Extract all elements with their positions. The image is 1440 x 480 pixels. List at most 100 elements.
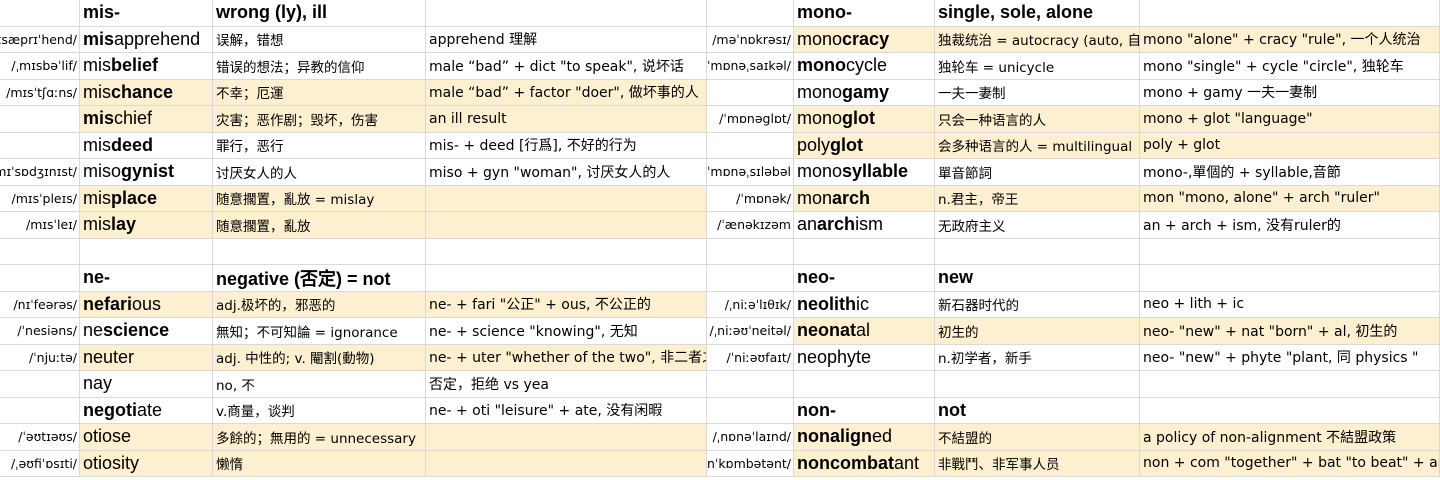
etymology-cell[interactable]: neo- "new" + nat "born" + al, 初生的	[1140, 318, 1440, 345]
etymology-cell[interactable]: mono "single" + cycle "circle", 独轮车	[1140, 53, 1440, 80]
ipa-cell[interactable]	[0, 265, 80, 292]
word-cell[interactable]: ne science	[80, 318, 213, 345]
etymology-cell[interactable]: poly + glot	[1140, 132, 1440, 159]
word-cell[interactable]: mono-	[794, 0, 935, 27]
definition-cell[interactable]: adj.极坏的，邪恶的	[213, 291, 426, 318]
definition-cell[interactable]: 無知；不可知論 = ignorance	[213, 318, 426, 345]
definition-cell[interactable]: 只会一种语言的人	[935, 106, 1140, 133]
ipa-cell[interactable]	[707, 132, 794, 159]
word-cell[interactable]: mis apprehend	[80, 26, 213, 53]
definition-cell[interactable]: 懒惰	[213, 450, 426, 477]
etymology-cell[interactable]: miso + gyn "woman", 讨厌女人的人	[426, 159, 707, 186]
word-cell[interactable]: miso gynist	[80, 159, 213, 186]
definition-cell[interactable]: 讨厌女人的人	[213, 159, 426, 186]
definition-cell[interactable]	[213, 238, 426, 265]
ipa-cell[interactable]: /ˌnɒnˈkɒmbətənt/	[707, 450, 794, 477]
ipa-cell[interactable]: /ˌəʊfiˈɒsɪti/	[0, 450, 80, 477]
word-cell[interactable]: mis lay	[80, 212, 213, 239]
word-cell[interactable]: mono cycle	[794, 53, 935, 80]
word-cell[interactable]: mono syllable	[794, 159, 935, 186]
word-cell[interactable]: poly glot	[794, 132, 935, 159]
word-cell[interactable]: neophyte	[794, 344, 935, 371]
etymology-cell[interactable]: ne- + science "knowing", 无知	[426, 318, 707, 345]
etymology-cell[interactable]: non + com "together" + bat "to beat" + a…	[1140, 450, 1440, 477]
word-cell[interactable]: non-	[794, 397, 935, 424]
etymology-cell[interactable]: an + arch + ism, 没有ruler的	[1140, 212, 1440, 239]
ipa-cell[interactable]: /ˈmɒnəglɒt/	[707, 106, 794, 133]
definition-cell[interactable]: no, 不	[213, 371, 426, 398]
word-cell[interactable]: negoti ate	[80, 397, 213, 424]
etymology-cell[interactable]: mono "alone" + cracy "rule", 一个人统治	[1140, 26, 1440, 53]
definition-cell[interactable]: 新石器时代的	[935, 291, 1140, 318]
word-cell[interactable]: nonalign ed	[794, 424, 935, 451]
word-cell[interactable]: mon arch	[794, 185, 935, 212]
ipa-cell[interactable]: /ˌmɪsbəˈlif/	[0, 53, 80, 80]
etymology-cell[interactable]	[1140, 265, 1440, 292]
definition-cell[interactable]: 误解，错想	[213, 26, 426, 53]
ipa-cell[interactable]	[0, 397, 80, 424]
definition-cell[interactable]: 无政府主义	[935, 212, 1140, 239]
etymology-cell[interactable]	[426, 185, 707, 212]
ipa-cell[interactable]	[707, 265, 794, 292]
etymology-cell[interactable]: ne- + fari "公正" + ous, 不公正的	[426, 291, 707, 318]
word-cell[interactable]	[794, 371, 935, 398]
etymology-cell[interactable]: mono + glot "language"	[1140, 106, 1440, 133]
ipa-cell[interactable]: /ˈmɒnəˌsɪləbəl	[707, 159, 794, 186]
etymology-cell[interactable]	[426, 450, 707, 477]
etymology-cell[interactable]	[426, 238, 707, 265]
etymology-cell[interactable]: ne- + uter "whether of the two", 非二者之一	[426, 344, 707, 371]
ipa-cell[interactable]	[707, 371, 794, 398]
word-cell[interactable]: mono gamy	[794, 79, 935, 106]
definition-cell[interactable]	[935, 238, 1140, 265]
etymology-cell[interactable]: male “bad” + factor "doer", 做坏事的人	[426, 79, 707, 106]
ipa-cell[interactable]: /ˈəʊtɪəʊs/	[0, 424, 80, 451]
ipa-cell[interactable]	[0, 0, 80, 27]
ipa-cell[interactable]	[707, 397, 794, 424]
etymology-cell[interactable]: 否定，拒绝 vs yea	[426, 371, 707, 398]
ipa-cell[interactable]: /ˌmɪsæprɪˈhend/	[0, 26, 80, 53]
word-cell[interactable]	[80, 238, 213, 265]
word-cell[interactable]: mis deed	[80, 132, 213, 159]
ipa-cell[interactable]: /ˈniːəʊfaɪt/	[707, 344, 794, 371]
word-cell[interactable]: mono glot	[794, 106, 935, 133]
ipa-cell[interactable]: /ˈnjuːtə/	[0, 344, 80, 371]
ipa-cell[interactable]: /mɪsˈpleɪs/	[0, 185, 80, 212]
word-cell[interactable]: nay	[80, 371, 213, 398]
definition-cell[interactable]: n.初学者，新手	[935, 344, 1140, 371]
word-cell[interactable]: mis place	[80, 185, 213, 212]
definition-cell[interactable]: 非戰鬥、非军事人员	[935, 450, 1140, 477]
definition-cell[interactable]: 会多种语言的人 = multilingual	[935, 132, 1140, 159]
ipa-cell[interactable]: /ˌnɒnəˈlaɪnd/	[707, 424, 794, 451]
definition-cell[interactable]: 單音節詞	[935, 159, 1140, 186]
etymology-cell[interactable]	[1140, 238, 1440, 265]
definition-cell[interactable]: 罪行，恶行	[213, 132, 426, 159]
ipa-cell[interactable]: /ˈmɒnək/	[707, 185, 794, 212]
definition-cell[interactable]: 一夫一妻制	[935, 79, 1140, 106]
etymology-cell[interactable]: an ill result	[426, 106, 707, 133]
etymology-cell[interactable]	[426, 0, 707, 27]
etymology-cell[interactable]	[426, 265, 707, 292]
definition-cell[interactable]: adj. 中性的; v. 閹割(動物)	[213, 344, 426, 371]
etymology-cell[interactable]: mono-,單個的 + syllable,音節	[1140, 159, 1440, 186]
definition-cell[interactable]: 不幸；厄運	[213, 79, 426, 106]
word-cell[interactable]: otiose	[80, 424, 213, 451]
word-cell[interactable]: mono cracy	[794, 26, 935, 53]
prefix-meaning-cell[interactable]: not	[935, 397, 1140, 424]
etymology-cell[interactable]	[1140, 371, 1440, 398]
word-cell[interactable]: neolith ic	[794, 291, 935, 318]
word-cell[interactable]: neonat al	[794, 318, 935, 345]
word-cell[interactable]: an arch ism	[794, 212, 935, 239]
ipa-cell[interactable]: /mɪsˈleɪ/	[0, 212, 80, 239]
word-cell[interactable]: noncombat ant	[794, 450, 935, 477]
etymology-cell[interactable]: mon "mono, alone" + arch "ruler"	[1140, 185, 1440, 212]
ipa-cell[interactable]: /ˌniːəʊˈneitəl/	[707, 318, 794, 345]
etymology-cell[interactable]: apprehend 理解	[426, 26, 707, 53]
prefix-meaning-cell[interactable]: single, sole, alone	[935, 0, 1140, 27]
definition-cell[interactable]: 多餘的；無用的 = unnecessary	[213, 424, 426, 451]
definition-cell[interactable]: v.商量，谈判	[213, 397, 426, 424]
definition-cell[interactable]: 随意擱置，亂放	[213, 212, 426, 239]
definition-cell[interactable]: 独裁统治 = autocracy (auto, 自己的)	[935, 26, 1140, 53]
definition-cell[interactable]: 灾害；恶作剧；毁坏，伤害	[213, 106, 426, 133]
definition-cell[interactable]: 不結盟的	[935, 424, 1140, 451]
prefix-meaning-cell[interactable]: new	[935, 265, 1140, 292]
